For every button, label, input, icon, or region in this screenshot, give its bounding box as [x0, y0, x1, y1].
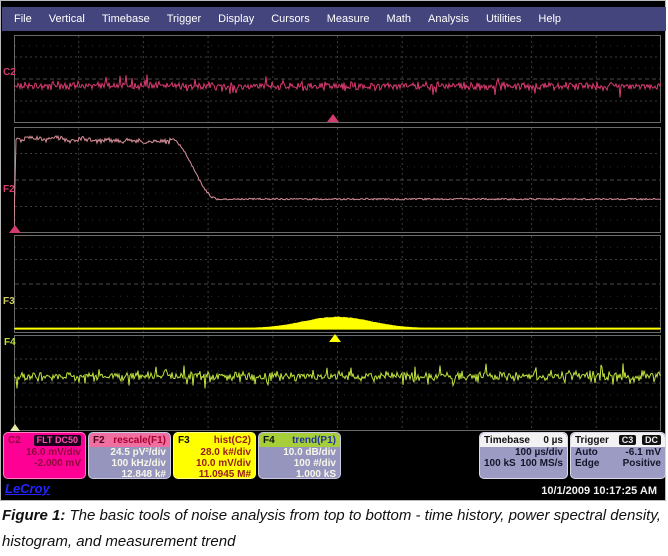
f4-waveform: [14, 335, 661, 431]
f4-offset-marker-icon[interactable]: [10, 424, 20, 431]
c2-coupling-badge: FLT DC50: [34, 435, 81, 446]
datetime-display: 10/1/2009 10:17:25 AM: [541, 485, 657, 497]
menu-item-display[interactable]: Display: [218, 13, 254, 25]
timebase-per-div: 100 µs/div: [515, 447, 563, 458]
figure-caption: Figure 1: The basic tools of noise analy…: [0, 503, 666, 556]
trigger-title: Trigger: [575, 435, 609, 446]
figure-caption-text: The basic tools of noise analysis from t…: [2, 507, 661, 550]
c2-id: C2: [8, 435, 21, 446]
trace-label-f2: F2: [3, 184, 15, 195]
c2-volts-per-div: 16.0 mV/div: [8, 447, 81, 458]
timebase-samplerate: 100 MS/s: [520, 458, 563, 469]
panel-f3-histogram[interactable]: [14, 235, 661, 333]
f3-vertical-scale: 28.0 k#/div: [178, 447, 251, 458]
f2-id: F2: [93, 435, 105, 446]
trigger-mode: Auto: [575, 447, 598, 458]
f2-waveform: [14, 127, 661, 233]
menu-item-math[interactable]: Math: [387, 13, 411, 25]
f2-offset-marker-icon[interactable]: [9, 225, 21, 233]
trigger-time-marker-icon[interactable]: [327, 114, 339, 122]
c2-offset: -2.000 mV: [8, 458, 81, 469]
trigger-source-badge: C3: [619, 435, 637, 445]
menu-item-cursors[interactable]: Cursors: [271, 13, 310, 25]
menu-item-file[interactable]: File: [14, 13, 32, 25]
f4-id: F4: [263, 435, 275, 446]
f3-population: 11.0945 M#: [178, 469, 251, 479]
figure-page: File Vertical Timebase Trigger Display Cursor…: [0, 0, 668, 556]
trigger-coupling-badge: DC: [642, 435, 661, 445]
panel-f4-trend[interactable]: [14, 335, 661, 431]
c2-waveform: [14, 35, 661, 123]
timebase-delay: 0 µs: [543, 435, 563, 446]
menu-item-utilities[interactable]: Utilities: [486, 13, 521, 25]
f4-points: 1.000 kS: [263, 469, 336, 479]
descriptor-f3[interactable]: F3 hist(C2) 28.0 k#/div 10.0 mV/div 11.0…: [173, 432, 256, 479]
menu-bar: File Vertical Timebase Trigger Display Cursor…: [2, 7, 666, 31]
lecroy-logo: LeCroy: [5, 481, 50, 496]
trace-label-f3: F3: [3, 296, 15, 307]
timebase-samples: 100 kS: [484, 458, 516, 469]
descriptor-timebase[interactable]: Timebase 0 µs 100 µs/div 100 kS 100 MS/s: [479, 432, 568, 479]
descriptor-f4[interactable]: F4 trend(P1) 10.0 dB/div 100 #/div 1.000…: [258, 432, 341, 479]
f3-function: hist(C2): [214, 435, 251, 446]
menu-item-trigger[interactable]: Trigger: [167, 13, 201, 25]
trace-label-f4: F4: [4, 337, 16, 348]
f3-waveform: [14, 235, 661, 333]
menu-item-analysis[interactable]: Analysis: [428, 13, 469, 25]
descriptor-c2[interactable]: C2 FLT DC50 16.0 mV/div -2.000 mV: [3, 432, 86, 479]
f2-horizontal-scale: 100 kHz/div: [93, 458, 166, 469]
f2-function: rescale(F1): [113, 435, 166, 446]
menu-item-help[interactable]: Help: [538, 13, 561, 25]
panel-f2-psd[interactable]: [14, 127, 661, 233]
menu-item-vertical[interactable]: Vertical: [49, 13, 85, 25]
trigger-level: -6.1 mV: [625, 447, 661, 458]
f3-horizontal-scale: 10.0 mV/div: [178, 458, 251, 469]
f2-points: 12.848 k#: [93, 469, 166, 479]
descriptor-trigger[interactable]: Trigger C3 DC Auto -6.1 mV Edge Positive: [570, 432, 666, 479]
timebase-title: Timebase: [484, 435, 530, 446]
f3-center-marker-icon[interactable]: [329, 334, 341, 342]
trigger-type: Edge: [575, 458, 599, 469]
f3-id: F3: [178, 435, 190, 446]
f2-vertical-scale: 24.5 pV²/div: [93, 447, 166, 458]
f4-horizontal-scale: 100 #/div: [263, 458, 336, 469]
trigger-slope: Positive: [623, 458, 661, 469]
oscilloscope-screen: File Vertical Timebase Trigger Display Cursor…: [0, 0, 666, 501]
trace-label-c2: C2: [3, 67, 16, 78]
panel-c2-time-history[interactable]: [14, 35, 661, 123]
f4-function: trend(P1): [292, 435, 336, 446]
menu-item-timebase[interactable]: Timebase: [102, 13, 150, 25]
figure-caption-label: Figure 1:: [2, 507, 65, 524]
menu-item-measure[interactable]: Measure: [327, 13, 370, 25]
descriptor-f2[interactable]: F2 rescale(F1) 24.5 pV²/div 100 kHz/div …: [88, 432, 171, 479]
f4-vertical-scale: 10.0 dB/div: [263, 447, 336, 458]
